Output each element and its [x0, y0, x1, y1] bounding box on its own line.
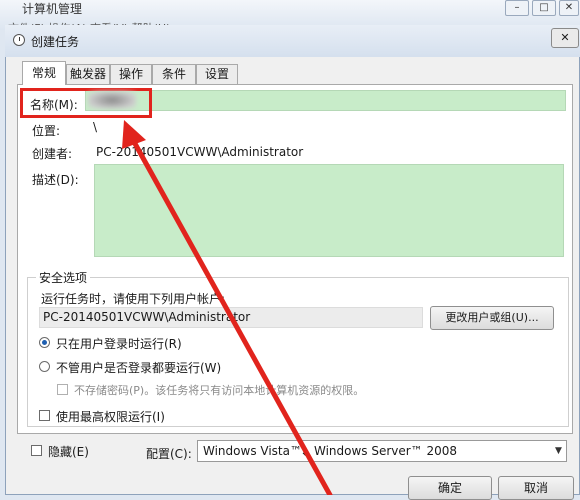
annotation-arrow-icon [122, 120, 333, 495]
